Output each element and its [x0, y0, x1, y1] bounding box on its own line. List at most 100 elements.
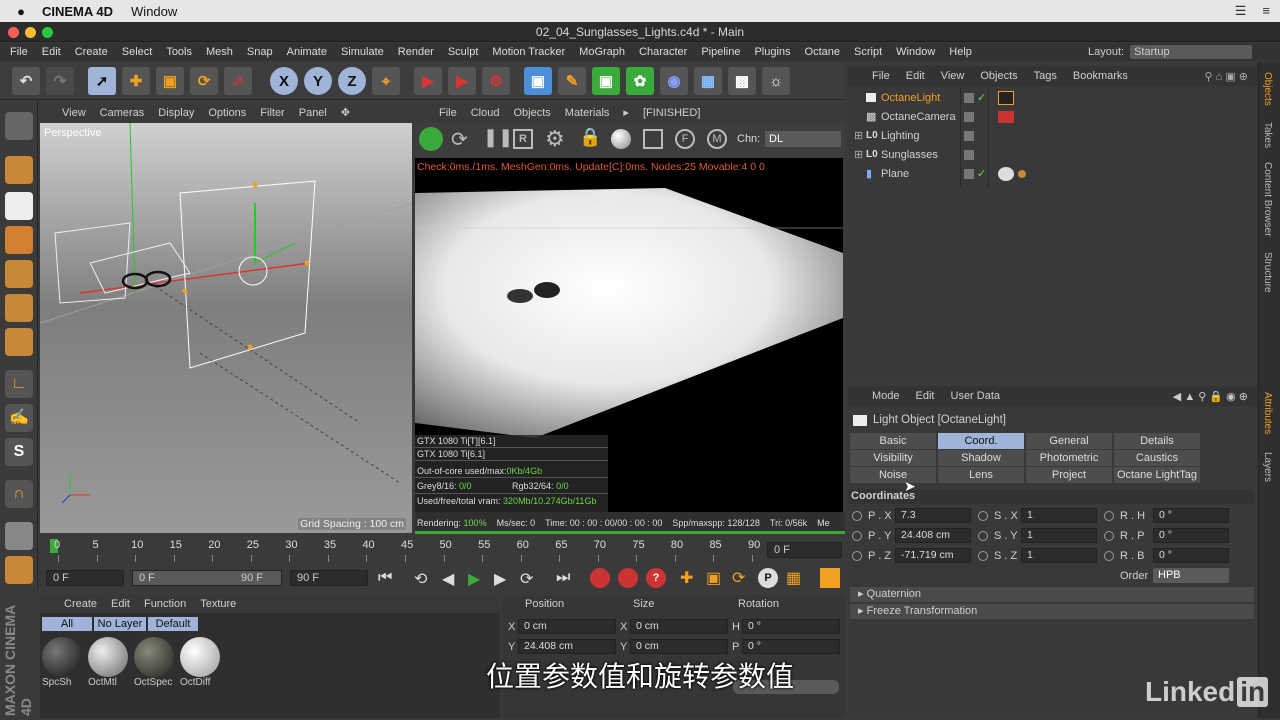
r-p-field[interactable]: 0 °: [1153, 528, 1229, 543]
x-axis-lock-button[interactable]: X: [270, 67, 298, 95]
live-selection-icon[interactable]: ➚: [88, 67, 116, 95]
tab-noise[interactable]: Noise: [850, 467, 936, 483]
light-tag-icon[interactable]: [998, 91, 1014, 105]
objects-menu-objects[interactable]: Objects: [980, 70, 1017, 82]
deformer-icon[interactable]: ◉: [660, 67, 688, 95]
viewport-menu-options[interactable]: Options: [208, 107, 246, 119]
prev-frame-icon[interactable]: ◀: [442, 569, 454, 589]
redo-icon[interactable]: ↷: [46, 67, 74, 95]
size-y-field[interactable]: 0 cm: [630, 639, 728, 654]
layer-swatch-icon[interactable]: [964, 131, 974, 141]
autokey-icon[interactable]: [618, 568, 638, 588]
p-z-field[interactable]: -71.719 cm: [895, 548, 971, 563]
tab-shadow[interactable]: Shadow: [938, 450, 1024, 466]
viewport-menu-panel[interactable]: Panel: [299, 107, 327, 119]
next-frame-icon[interactable]: ▶: [494, 569, 506, 589]
viewport-nav-icon[interactable]: ✥: [341, 106, 350, 119]
freeze-transformation-section[interactable]: ▸ Freeze Transformation: [850, 604, 1254, 619]
array-icon[interactable]: ✿: [626, 67, 654, 95]
side-tab-takes[interactable]: Takes: [1262, 122, 1273, 148]
axis-mode-icon[interactable]: ∟: [5, 370, 33, 398]
quaternion-section[interactable]: ▸ Quaternion: [850, 587, 1254, 602]
menu-mograph[interactable]: MoGraph: [579, 46, 625, 58]
attributes-menu-edit[interactable]: Edit: [916, 390, 935, 402]
edges-mode-icon[interactable]: [5, 294, 33, 322]
object-row-plane[interactable]: ▮ Plane ✓: [848, 165, 1258, 183]
side-tab-structure[interactable]: Structure: [1262, 252, 1273, 293]
send-scene-icon[interactable]: [419, 127, 443, 151]
tab-general[interactable]: General: [1026, 433, 1112, 449]
tab-coord[interactable]: Coord.: [938, 433, 1024, 449]
attributes-menu-mode[interactable]: Mode: [872, 390, 900, 402]
pos-x-field[interactable]: 0 cm: [518, 619, 616, 634]
floor-icon[interactable]: ▦: [694, 67, 722, 95]
pos-y-field[interactable]: 24.408 cm: [518, 639, 616, 654]
current-frame-field[interactable]: 0 F: [767, 542, 842, 558]
texture-tag-icon[interactable]: [1018, 170, 1026, 178]
coordinate-system-icon[interactable]: ⌖: [372, 67, 400, 95]
side-tab-layers[interactable]: Layers: [1262, 452, 1273, 482]
key-rotation-icon[interactable]: ⟳: [732, 568, 745, 588]
recent-tool-icon[interactable]: ➚: [224, 67, 252, 95]
start-frame-field[interactable]: 0 F: [46, 570, 124, 586]
tab-basic[interactable]: Basic: [850, 433, 936, 449]
keyframe-dot-icon[interactable]: [978, 551, 988, 561]
material-tag-icon[interactable]: [998, 167, 1014, 181]
next-key-icon[interactable]: ⟳: [520, 569, 533, 589]
layer-swatch-icon[interactable]: [964, 93, 974, 103]
lock-icon[interactable]: 🔒: [579, 127, 601, 148]
render-picture-viewer-icon[interactable]: ▶: [448, 67, 476, 95]
apple-icon[interactable]: ●: [14, 4, 28, 19]
menu-file[interactable]: File: [10, 46, 28, 58]
render-settings-icon[interactable]: ⚙: [482, 67, 510, 95]
keyframe-dot-icon[interactable]: [1104, 551, 1114, 561]
search-icon[interactable]: ⚲ ⌂ ▣ ⊕: [1205, 70, 1248, 83]
s-x-field[interactable]: 1: [1021, 508, 1097, 523]
side-tab-content-browser[interactable]: Content Browser: [1262, 162, 1273, 236]
s-y-field[interactable]: 1: [1021, 528, 1097, 543]
material-preview-icon[interactable]: [611, 129, 631, 149]
object-row-octanelight[interactable]: OctaneLight ✓: [848, 89, 1258, 107]
tweak-mode-icon[interactable]: ✍: [5, 404, 33, 432]
menu-tools[interactable]: Tools: [166, 46, 192, 58]
menu-plugins[interactable]: Plugins: [754, 46, 790, 58]
menu-extras-icon[interactable]: ≡: [1262, 3, 1270, 19]
app-name-menu[interactable]: CINEMA 4D: [42, 4, 113, 19]
cube-icon[interactable]: ▣: [524, 67, 552, 95]
menu-motion-tracker[interactable]: Motion Tracker: [492, 46, 565, 58]
material-menu-texture[interactable]: Texture: [200, 598, 236, 610]
rot-p-field[interactable]: 0 °: [742, 639, 840, 654]
menu-select[interactable]: Select: [122, 46, 153, 58]
tab-caustics[interactable]: Caustics: [1114, 450, 1200, 466]
channel-dropdown[interactable]: DL: [765, 131, 841, 147]
menu-edit[interactable]: Edit: [42, 46, 61, 58]
window-menu[interactable]: Window: [131, 4, 177, 19]
object-row-sunglasses[interactable]: ⊞ L0 Sunglasses: [848, 146, 1258, 164]
list-icon[interactable]: ☰: [1235, 3, 1247, 19]
camera-tag-icon[interactable]: [998, 111, 1014, 123]
tab-octane-lighttag[interactable]: Octane LightTag: [1114, 467, 1200, 483]
material-menu-edit[interactable]: Edit: [111, 598, 130, 610]
minimize-window-button[interactable]: [25, 27, 36, 38]
chevron-right-icon[interactable]: ▸: [623, 106, 629, 119]
scale-icon[interactable]: ▣: [156, 67, 184, 95]
goto-start-icon[interactable]: ⏮: [378, 569, 392, 587]
model-mode-icon[interactable]: [5, 156, 33, 184]
key-scale-icon[interactable]: ▣: [706, 568, 721, 588]
tab-project[interactable]: Project: [1026, 467, 1112, 483]
undo-icon[interactable]: ↶: [12, 67, 40, 95]
prev-key-icon[interactable]: ⟲: [414, 569, 427, 589]
render-menu-cloud[interactable]: Cloud: [471, 107, 500, 119]
menu-simulate[interactable]: Simulate: [341, 46, 384, 58]
keyframe-dot-icon[interactable]: [978, 511, 988, 521]
objects-menu-view[interactable]: View: [941, 70, 965, 82]
object-row-octanecamera[interactable]: ▩ OctaneCamera: [848, 108, 1258, 126]
enabled-check-icon[interactable]: ✓: [977, 165, 986, 183]
menu-pipeline[interactable]: Pipeline: [701, 46, 740, 58]
tab-visibility[interactable]: Visibility: [850, 450, 936, 466]
menu-animate[interactable]: Animate: [287, 46, 327, 58]
render-view-icon[interactable]: ▶: [414, 67, 442, 95]
objects-menu-edit[interactable]: Edit: [906, 70, 925, 82]
attributes-menu-user-data[interactable]: User Data: [951, 390, 1001, 402]
camera-icon[interactable]: ▩: [728, 67, 756, 95]
